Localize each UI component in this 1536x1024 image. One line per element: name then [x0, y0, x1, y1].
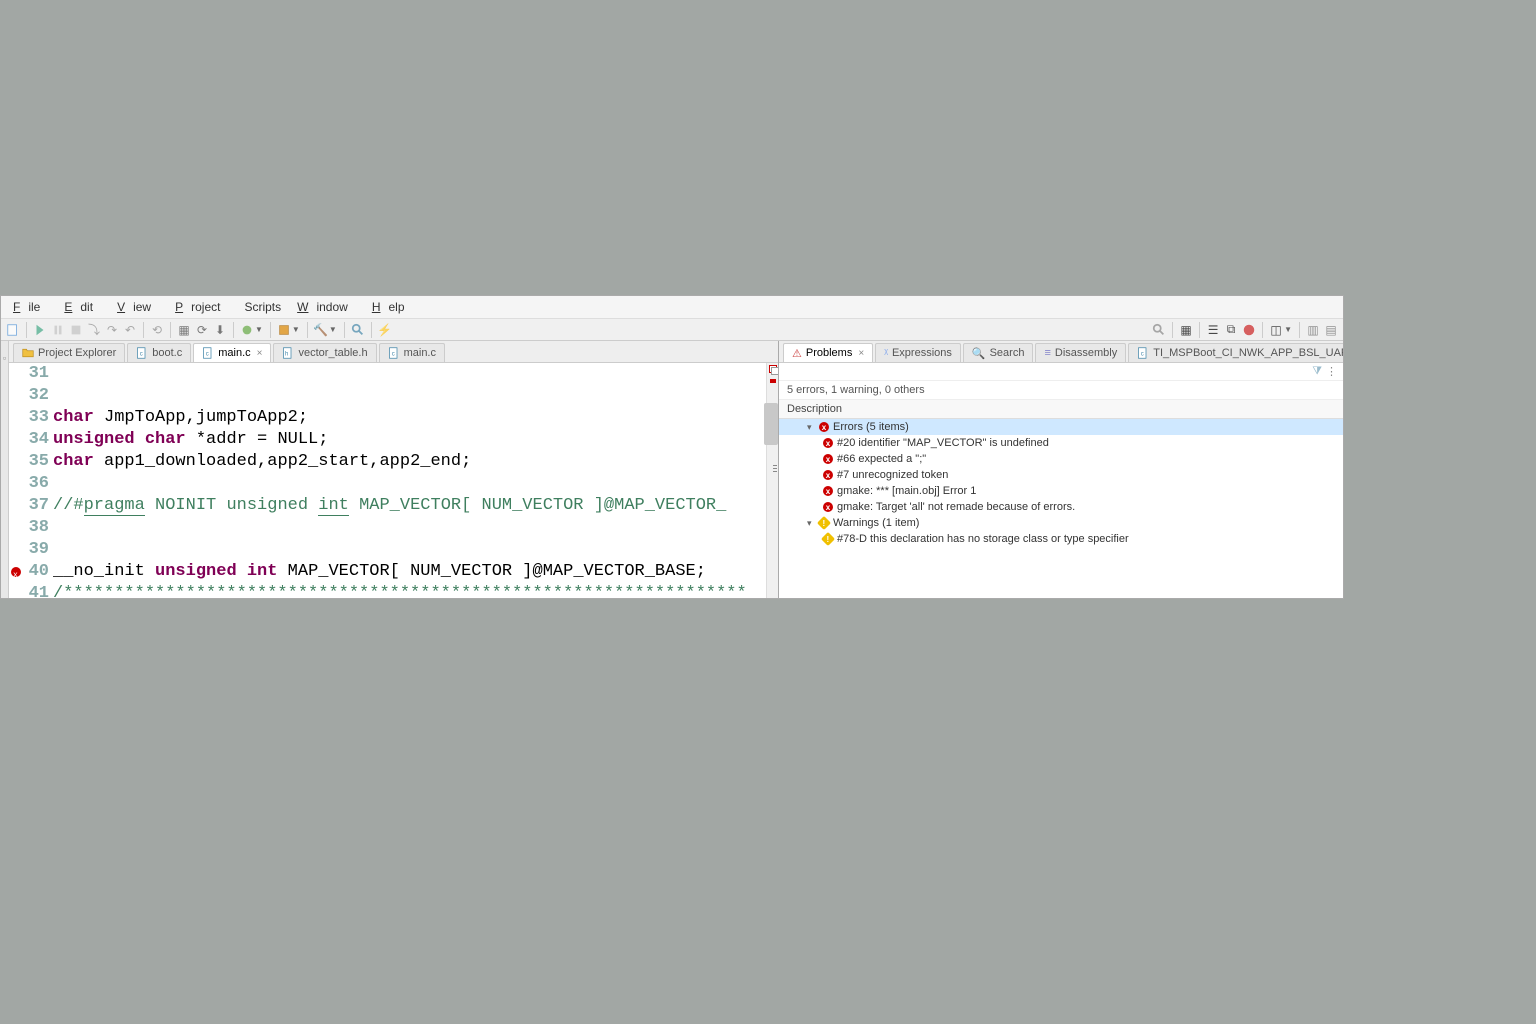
error-icon: x — [823, 438, 833, 448]
flash-icon[interactable]: ⚡ — [377, 322, 393, 338]
tab-boot-c[interactable]: c boot.c — [127, 343, 191, 362]
error-icon: x — [823, 502, 833, 512]
tab-main-c-active[interactable]: c main.c × — [193, 343, 271, 362]
menu-file[interactable]: File — [5, 298, 56, 316]
problems-tree: ▾xErrors (5 items)x#20 identifier "MAP_V… — [779, 419, 1343, 547]
new-icon[interactable] — [5, 322, 21, 338]
download-icon[interactable]: ⬇ — [212, 322, 228, 338]
tree-row[interactable]: !#78-D this declaration has no storage c… — [779, 531, 1343, 547]
c-file-icon: c — [388, 347, 400, 359]
editor-pane: Project Explorer c boot.c c main.c × h v… — [9, 341, 779, 598]
tab-expressions[interactable]: ᵡ Expressions — [875, 343, 961, 362]
tab-project-explorer[interactable]: Project Explorer — [13, 343, 125, 362]
menu-bar: File Edit View Project Scripts Window He… — [1, 296, 1343, 319]
tab-extra-file[interactable]: c TI_MSPBoot_CI_NWK_APP_BSL_UART.c — [1128, 343, 1343, 362]
tree-row[interactable]: xgmake: Target 'all' not remade because … — [779, 499, 1343, 515]
open-perspective-icon[interactable]: ◫ — [1268, 322, 1284, 338]
filter-icon[interactable]: ⧩ — [1312, 365, 1322, 378]
error-marker-icon[interactable] — [11, 567, 21, 577]
view-a-icon[interactable]: ▥ — [1305, 322, 1321, 338]
restart-icon[interactable]: ⟲ — [149, 322, 165, 338]
view-b-icon[interactable]: ▤ — [1323, 322, 1339, 338]
c-file-icon: c — [136, 347, 148, 359]
main-toolbar: ⤵ ↷ ↶ ⟲ ▦ ⟳ ⬇ ▼ ▼ 🔨 ▼ ⚡ ▦ ☰ ⧉ ◫ ▼ — [1, 319, 1343, 341]
perspective-1-icon[interactable]: ☰ — [1205, 322, 1221, 338]
tree-row[interactable]: ▾xErrors (5 items) — [779, 419, 1343, 435]
tab-main-c-2[interactable]: c main.c — [379, 343, 445, 362]
error-icon: x — [819, 422, 829, 432]
search-tool-icon[interactable] — [350, 322, 366, 338]
step-return-icon[interactable]: ↶ — [122, 322, 138, 338]
menu-window[interactable]: Window — [289, 298, 364, 316]
step-icon[interactable]: ⤵ — [86, 322, 102, 338]
close-icon[interactable]: × — [257, 348, 263, 359]
c-file-icon: c — [202, 347, 214, 359]
code-editor[interactable]: 3132333435363738394041 char JmpToApp,jum… — [9, 363, 778, 598]
tree-row[interactable]: x#7 unrecognized token — [779, 467, 1343, 483]
view-menu-icon[interactable]: ⋮ — [1326, 365, 1337, 378]
tab-vector-table-h[interactable]: h vector_table.h — [273, 343, 376, 362]
hammer-icon[interactable]: 🔨 — [313, 322, 329, 338]
tree-row[interactable]: x#20 identifier "MAP_VECTOR" is undefine… — [779, 435, 1343, 451]
menu-project[interactable]: Project — [167, 298, 236, 316]
perspective-2-icon[interactable]: ⧉ — [1223, 322, 1239, 338]
menu-view[interactable]: View — [109, 298, 167, 316]
right-tab-row: ⚠ Problems × ᵡ Expressions 🔍 Search ≡ Di… — [779, 341, 1343, 363]
svg-text:h: h — [285, 351, 288, 357]
svg-text:c: c — [1141, 351, 1144, 357]
vertical-scrollbar[interactable] — [764, 403, 778, 445]
debug-icon[interactable] — [239, 322, 255, 338]
svg-text:c: c — [140, 351, 143, 357]
column-header-description[interactable]: Description — [779, 400, 1343, 419]
sash-handle[interactable] — [771, 453, 778, 483]
perspective-debug-icon[interactable] — [1241, 322, 1257, 338]
menu-scripts[interactable]: Scripts — [236, 298, 289, 316]
problems-icon: ⚠ — [792, 347, 802, 360]
chevron-down-icon[interactable]: ▾ — [807, 422, 819, 433]
svg-text:c: c — [391, 351, 394, 357]
error-icon: x — [823, 470, 833, 480]
tab-search[interactable]: 🔍 Search — [963, 343, 1034, 362]
tree-row[interactable]: xgmake: *** [main.obj] Error 1 — [779, 483, 1343, 499]
stop-icon[interactable] — [68, 322, 84, 338]
minimize-icon[interactable]: ▫ — [3, 353, 6, 363]
tab-disassembly[interactable]: ≡ Disassembly — [1035, 343, 1126, 362]
minimize-icon[interactable] — [771, 367, 778, 375]
chip-icon[interactable]: ▦ — [176, 322, 192, 338]
perspective-ccs-icon[interactable]: ▦ — [1178, 322, 1194, 338]
build-icon[interactable] — [276, 322, 292, 338]
menu-help[interactable]: Help — [364, 298, 421, 316]
refresh-icon[interactable]: ⟳ — [194, 322, 210, 338]
quick-access-icon[interactable] — [1151, 322, 1167, 338]
folder-icon — [22, 347, 34, 359]
step-over-icon[interactable]: ↷ — [104, 322, 120, 338]
error-icon: x — [823, 454, 833, 464]
editor-tab-row: Project Explorer c boot.c c main.c × h v… — [9, 341, 778, 363]
left-trim: ▫ — [1, 341, 9, 598]
disassembly-icon: ≡ — [1044, 347, 1050, 359]
warning-icon: ! — [821, 532, 835, 546]
run-icon[interactable] — [32, 322, 48, 338]
svg-text:c: c — [206, 351, 209, 357]
menu-edit[interactable]: Edit — [56, 298, 109, 316]
code-content[interactable]: char JmpToApp,jumpToApp2;unsigned char *… — [53, 363, 766, 598]
expressions-icon: ᵡ — [884, 347, 888, 359]
search-icon: 🔍 — [972, 347, 986, 360]
pause-icon[interactable] — [50, 322, 66, 338]
line-numbers: 3132333435363738394041 — [25, 363, 53, 598]
tab-problems[interactable]: ⚠ Problems × — [783, 343, 873, 362]
tree-row[interactable]: ▾!Warnings (1 item) — [779, 515, 1343, 531]
c-file-icon: c — [1137, 347, 1149, 359]
h-file-icon: h — [282, 347, 294, 359]
error-icon: x — [823, 486, 833, 496]
error-mark — [770, 379, 776, 383]
warning-icon: ! — [817, 516, 831, 530]
tree-row[interactable]: x#66 expected a ";" — [779, 451, 1343, 467]
problems-pane: ⚠ Problems × ᵡ Expressions 🔍 Search ≡ Di… — [779, 341, 1343, 598]
problems-summary: 5 errors, 1 warning, 0 others — [779, 381, 1343, 400]
close-icon[interactable]: × — [858, 348, 864, 359]
marker-column — [9, 363, 25, 598]
